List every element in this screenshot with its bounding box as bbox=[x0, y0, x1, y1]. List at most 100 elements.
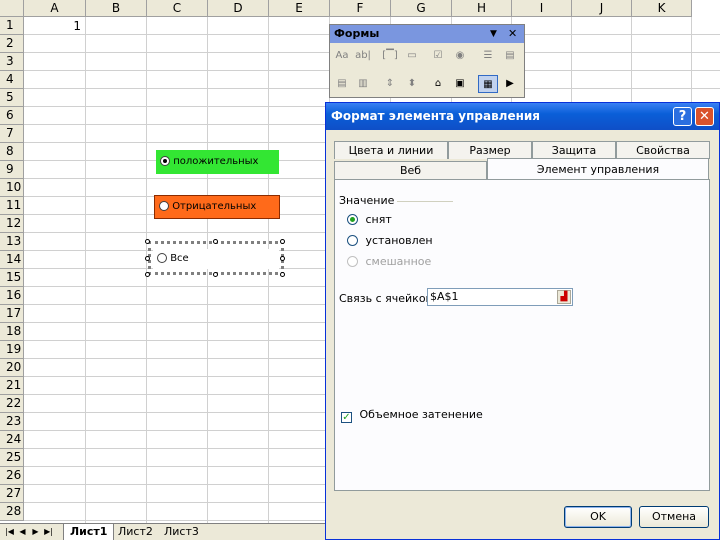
column-header-d[interactable]: D bbox=[208, 0, 269, 17]
toggle-grid-icon[interactable]: ▦ bbox=[478, 75, 498, 93]
option-negative[interactable]: Отрицательных bbox=[154, 195, 280, 219]
column-header-h[interactable]: H bbox=[452, 0, 512, 17]
dialog-title-bar[interactable]: Формат элемента управления bbox=[326, 103, 719, 130]
tab-colors-lines[interactable]: Цвета и линии bbox=[334, 141, 448, 159]
radio-unchecked-label: снят bbox=[365, 213, 392, 226]
resize-handle[interactable] bbox=[280, 239, 285, 244]
row-header-20[interactable]: 20 bbox=[0, 359, 24, 377]
scrollbar-tool-icon[interactable]: ⇕ bbox=[380, 75, 400, 93]
row-header-22[interactable]: 22 bbox=[0, 395, 24, 413]
toolbar-options-icon[interactable]: ▼ bbox=[490, 25, 497, 43]
group-divider bbox=[397, 201, 453, 202]
label-tool-icon[interactable]: Aa bbox=[332, 47, 352, 65]
radio-unchecked[interactable]: снят bbox=[347, 213, 392, 226]
row-header-17[interactable]: 17 bbox=[0, 305, 24, 323]
row-header-27[interactable]: 27 bbox=[0, 485, 24, 503]
resize-handle[interactable] bbox=[280, 256, 285, 261]
row-header-23[interactable]: 23 bbox=[0, 413, 24, 431]
column-header-g[interactable]: G bbox=[391, 0, 452, 17]
cell-a1[interactable]: 1 bbox=[24, 18, 85, 35]
prev-sheet-icon[interactable]: ◀ bbox=[17, 526, 28, 538]
column-header-i[interactable]: I bbox=[512, 0, 572, 17]
combobox-tool-icon[interactable]: ▤ bbox=[500, 47, 520, 65]
column-header-j[interactable]: J bbox=[572, 0, 632, 17]
combo-dropdown-edit-icon[interactable]: ▥ bbox=[353, 75, 373, 93]
row-header-7[interactable]: 7 bbox=[0, 125, 24, 143]
row-header-24[interactable]: 24 bbox=[0, 431, 24, 449]
row-header-5[interactable]: 5 bbox=[0, 89, 24, 107]
row-header-26[interactable]: 26 bbox=[0, 467, 24, 485]
value-group-label: Значение bbox=[339, 194, 395, 207]
cancel-button[interactable]: Отмена bbox=[639, 506, 709, 528]
column-header-k[interactable]: K bbox=[632, 0, 692, 17]
ok-button[interactable]: OK bbox=[564, 506, 632, 528]
listbox-tool-icon[interactable]: ☰ bbox=[478, 47, 498, 65]
toolbar-close-icon[interactable]: ✕ bbox=[508, 25, 517, 43]
row-header-14[interactable]: 14 bbox=[0, 251, 24, 269]
row-header-2[interactable]: 2 bbox=[0, 35, 24, 53]
next-sheet-icon[interactable]: ▶ bbox=[30, 526, 41, 538]
option-positive[interactable]: положительных bbox=[156, 150, 279, 174]
row-header-21[interactable]: 21 bbox=[0, 377, 24, 395]
row-header-6[interactable]: 6 bbox=[0, 107, 24, 125]
row-header-4[interactable]: 4 bbox=[0, 71, 24, 89]
tab-protection[interactable]: Защита bbox=[532, 141, 616, 159]
groupbox-tool-icon[interactable]: [▔] bbox=[380, 47, 400, 65]
sheet-tab-2[interactable]: Лист2 bbox=[112, 524, 159, 540]
tab-properties[interactable]: Свойства bbox=[616, 141, 710, 159]
resize-handle[interactable] bbox=[145, 272, 150, 277]
radio-icon bbox=[347, 214, 358, 225]
option-tool-icon[interactable]: ◉ bbox=[450, 47, 470, 65]
row-header-15[interactable]: 15 bbox=[0, 269, 24, 287]
column-header-e[interactable]: E bbox=[269, 0, 330, 17]
sheet-tab-1[interactable]: Лист1 bbox=[63, 524, 115, 540]
row-header-16[interactable]: 16 bbox=[0, 287, 24, 305]
tab-control[interactable]: Элемент управления bbox=[487, 158, 709, 180]
row-header-11[interactable]: 11 bbox=[0, 197, 24, 215]
tab-size[interactable]: Размер bbox=[448, 141, 532, 159]
checkbox-tool-icon[interactable]: ☑ bbox=[428, 47, 448, 65]
tab-panel: Значение снят установлен смешанное Связь… bbox=[334, 179, 710, 491]
row-header-10[interactable]: 10 bbox=[0, 179, 24, 197]
row-header-3[interactable]: 3 bbox=[0, 53, 24, 71]
help-button[interactable]: ? bbox=[673, 107, 692, 126]
button-tool-icon[interactable]: ▭ bbox=[402, 47, 422, 65]
row-header-25[interactable]: 25 bbox=[0, 449, 24, 467]
sheet-tab-3[interactable]: Лист3 bbox=[158, 524, 205, 540]
close-button[interactable]: ✕ bbox=[695, 107, 714, 126]
edit-code-icon[interactable]: ▣ bbox=[450, 75, 470, 93]
forms-toolbar-title[interactable]: Формы ▼ ✕ bbox=[330, 25, 524, 43]
resize-handle[interactable] bbox=[213, 239, 218, 244]
first-sheet-icon[interactable]: |◀ bbox=[4, 526, 15, 538]
row-header-18[interactable]: 18 bbox=[0, 323, 24, 341]
resize-handle[interactable] bbox=[145, 239, 150, 244]
column-header-b[interactable]: B bbox=[86, 0, 147, 17]
row-header-8[interactable]: 8 bbox=[0, 143, 24, 161]
row-header-9[interactable]: 9 bbox=[0, 161, 24, 179]
row-header-19[interactable]: 19 bbox=[0, 341, 24, 359]
cell-link-input[interactable]: $A$1 bbox=[427, 288, 573, 306]
resize-handle[interactable] bbox=[213, 272, 218, 277]
resize-handle[interactable] bbox=[280, 272, 285, 277]
cell-link-label: Связь с ячейкой: bbox=[339, 292, 437, 305]
resize-handle[interactable] bbox=[145, 256, 150, 261]
spinner-tool-icon[interactable]: ⬍ bbox=[402, 75, 422, 93]
row-header-1[interactable]: 1 bbox=[0, 17, 24, 35]
column-header-a[interactable]: A bbox=[24, 0, 86, 17]
tab-web[interactable]: Веб bbox=[334, 161, 487, 179]
row-header-28[interactable]: 28 bbox=[0, 503, 24, 521]
column-header-f[interactable]: F bbox=[330, 0, 391, 17]
option-all[interactable]: Все bbox=[153, 249, 279, 269]
control-properties-icon[interactable]: ⌂ bbox=[428, 75, 448, 93]
row-header-12[interactable]: 12 bbox=[0, 215, 24, 233]
collapse-dialog-icon[interactable]: ▟ bbox=[557, 290, 571, 304]
column-header-c[interactable]: C bbox=[147, 0, 208, 17]
radio-checked[interactable]: установлен bbox=[347, 234, 433, 247]
run-dialog-icon[interactable]: ▶ bbox=[500, 75, 520, 93]
shading-checkbox[interactable]: ✓ Объемное затенение bbox=[341, 408, 483, 423]
row-header-13[interactable]: 13 bbox=[0, 233, 24, 251]
editbox-tool-icon[interactable]: ab| bbox=[353, 47, 373, 65]
last-sheet-icon[interactable]: ▶| bbox=[43, 526, 54, 538]
select-all-corner[interactable] bbox=[0, 0, 24, 17]
combo-list-edit-icon[interactable]: ▤ bbox=[332, 75, 352, 93]
